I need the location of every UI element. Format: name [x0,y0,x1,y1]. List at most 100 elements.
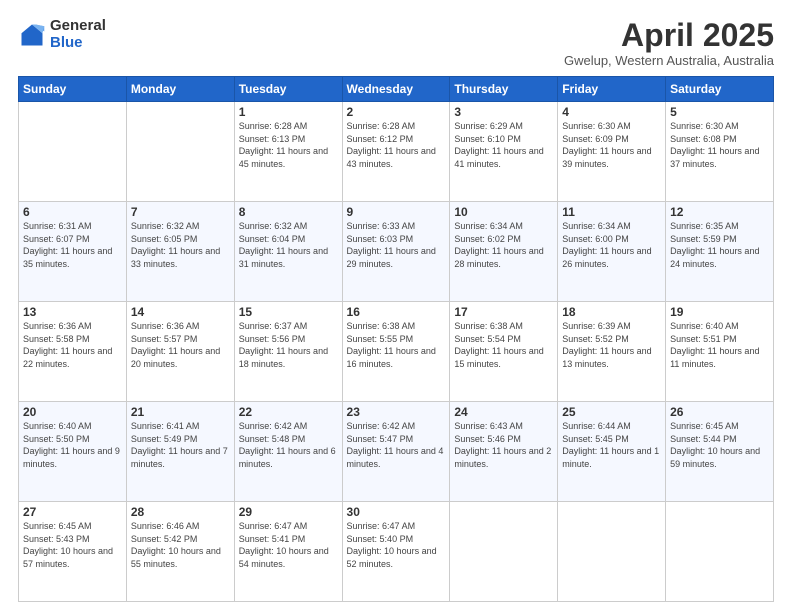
day-number: 6 [23,205,122,219]
calendar-cell [126,102,234,202]
day-info: Sunrise: 6:33 AMSunset: 6:03 PMDaylight:… [347,220,446,270]
day-info: Sunrise: 6:42 AMSunset: 5:47 PMDaylight:… [347,420,446,470]
calendar-cell: 11Sunrise: 6:34 AMSunset: 6:00 PMDayligh… [558,202,666,302]
day-number: 17 [454,305,553,319]
calendar-cell: 2Sunrise: 6:28 AMSunset: 6:12 PMDaylight… [342,102,450,202]
day-info: Sunrise: 6:34 AMSunset: 6:02 PMDaylight:… [454,220,553,270]
calendar-cell [19,102,127,202]
calendar-cell: 17Sunrise: 6:38 AMSunset: 5:54 PMDayligh… [450,302,558,402]
calendar-table: Sunday Monday Tuesday Wednesday Thursday… [18,76,774,602]
day-info: Sunrise: 6:30 AMSunset: 6:08 PMDaylight:… [670,120,769,170]
calendar-cell: 10Sunrise: 6:34 AMSunset: 6:02 PMDayligh… [450,202,558,302]
location-subtitle: Gwelup, Western Australia, Australia [564,53,774,68]
calendar-cell: 13Sunrise: 6:36 AMSunset: 5:58 PMDayligh… [19,302,127,402]
calendar-cell: 19Sunrise: 6:40 AMSunset: 5:51 PMDayligh… [666,302,774,402]
day-number: 11 [562,205,661,219]
calendar-cell: 30Sunrise: 6:47 AMSunset: 5:40 PMDayligh… [342,502,450,602]
calendar-cell: 15Sunrise: 6:37 AMSunset: 5:56 PMDayligh… [234,302,342,402]
day-info: Sunrise: 6:31 AMSunset: 6:07 PMDaylight:… [23,220,122,270]
logo-blue-label: Blue [50,35,106,52]
day-info: Sunrise: 6:30 AMSunset: 6:09 PMDaylight:… [562,120,661,170]
col-tuesday: Tuesday [234,77,342,102]
calendar-cell: 18Sunrise: 6:39 AMSunset: 5:52 PMDayligh… [558,302,666,402]
day-number: 29 [239,505,338,519]
day-number: 20 [23,405,122,419]
day-number: 18 [562,305,661,319]
day-info: Sunrise: 6:36 AMSunset: 5:57 PMDaylight:… [131,320,230,370]
calendar-cell: 22Sunrise: 6:42 AMSunset: 5:48 PMDayligh… [234,402,342,502]
calendar-header-row: Sunday Monday Tuesday Wednesday Thursday… [19,77,774,102]
day-number: 19 [670,305,769,319]
col-thursday: Thursday [450,77,558,102]
col-monday: Monday [126,77,234,102]
day-number: 27 [23,505,122,519]
day-number: 13 [23,305,122,319]
calendar-cell: 4Sunrise: 6:30 AMSunset: 6:09 PMDaylight… [558,102,666,202]
logo-general-label: General [50,18,106,35]
day-number: 23 [347,405,446,419]
title-block: April 2025 Gwelup, Western Australia, Au… [564,18,774,68]
day-number: 8 [239,205,338,219]
day-info: Sunrise: 6:44 AMSunset: 5:45 PMDaylight:… [562,420,661,470]
calendar-cell: 5Sunrise: 6:30 AMSunset: 6:08 PMDaylight… [666,102,774,202]
day-number: 10 [454,205,553,219]
week-row-4: 20Sunrise: 6:40 AMSunset: 5:50 PMDayligh… [19,402,774,502]
calendar-cell: 9Sunrise: 6:33 AMSunset: 6:03 PMDaylight… [342,202,450,302]
day-info: Sunrise: 6:43 AMSunset: 5:46 PMDaylight:… [454,420,553,470]
day-info: Sunrise: 6:40 AMSunset: 5:50 PMDaylight:… [23,420,122,470]
calendar-cell: 7Sunrise: 6:32 AMSunset: 6:05 PMDaylight… [126,202,234,302]
day-number: 2 [347,105,446,119]
col-sunday: Sunday [19,77,127,102]
logo: General Blue [18,18,106,51]
day-number: 15 [239,305,338,319]
day-number: 28 [131,505,230,519]
day-number: 7 [131,205,230,219]
calendar-cell: 28Sunrise: 6:46 AMSunset: 5:42 PMDayligh… [126,502,234,602]
day-number: 14 [131,305,230,319]
day-number: 5 [670,105,769,119]
page: General Blue April 2025 Gwelup, Western … [0,0,792,612]
calendar-cell: 26Sunrise: 6:45 AMSunset: 5:44 PMDayligh… [666,402,774,502]
day-info: Sunrise: 6:36 AMSunset: 5:58 PMDaylight:… [23,320,122,370]
col-saturday: Saturday [666,77,774,102]
calendar-cell: 24Sunrise: 6:43 AMSunset: 5:46 PMDayligh… [450,402,558,502]
logo-text: General Blue [50,18,106,51]
day-info: Sunrise: 6:38 AMSunset: 5:55 PMDaylight:… [347,320,446,370]
day-number: 3 [454,105,553,119]
day-number: 26 [670,405,769,419]
calendar-cell: 8Sunrise: 6:32 AMSunset: 6:04 PMDaylight… [234,202,342,302]
day-info: Sunrise: 6:47 AMSunset: 5:41 PMDaylight:… [239,520,338,570]
col-wednesday: Wednesday [342,77,450,102]
calendar-cell: 23Sunrise: 6:42 AMSunset: 5:47 PMDayligh… [342,402,450,502]
col-friday: Friday [558,77,666,102]
calendar-cell: 14Sunrise: 6:36 AMSunset: 5:57 PMDayligh… [126,302,234,402]
month-title: April 2025 [564,18,774,53]
calendar-cell [450,502,558,602]
day-info: Sunrise: 6:35 AMSunset: 5:59 PMDaylight:… [670,220,769,270]
day-info: Sunrise: 6:28 AMSunset: 6:13 PMDaylight:… [239,120,338,170]
day-number: 12 [670,205,769,219]
day-info: Sunrise: 6:40 AMSunset: 5:51 PMDaylight:… [670,320,769,370]
day-number: 25 [562,405,661,419]
day-number: 30 [347,505,446,519]
calendar-cell: 27Sunrise: 6:45 AMSunset: 5:43 PMDayligh… [19,502,127,602]
calendar-cell: 20Sunrise: 6:40 AMSunset: 5:50 PMDayligh… [19,402,127,502]
day-number: 1 [239,105,338,119]
day-info: Sunrise: 6:46 AMSunset: 5:42 PMDaylight:… [131,520,230,570]
calendar-cell: 21Sunrise: 6:41 AMSunset: 5:49 PMDayligh… [126,402,234,502]
day-number: 9 [347,205,446,219]
calendar-cell: 6Sunrise: 6:31 AMSunset: 6:07 PMDaylight… [19,202,127,302]
week-row-2: 6Sunrise: 6:31 AMSunset: 6:07 PMDaylight… [19,202,774,302]
day-info: Sunrise: 6:47 AMSunset: 5:40 PMDaylight:… [347,520,446,570]
calendar-cell: 12Sunrise: 6:35 AMSunset: 5:59 PMDayligh… [666,202,774,302]
day-info: Sunrise: 6:42 AMSunset: 5:48 PMDaylight:… [239,420,338,470]
day-info: Sunrise: 6:45 AMSunset: 5:43 PMDaylight:… [23,520,122,570]
calendar-cell: 3Sunrise: 6:29 AMSunset: 6:10 PMDaylight… [450,102,558,202]
day-info: Sunrise: 6:39 AMSunset: 5:52 PMDaylight:… [562,320,661,370]
calendar-cell: 1Sunrise: 6:28 AMSunset: 6:13 PMDaylight… [234,102,342,202]
week-row-1: 1Sunrise: 6:28 AMSunset: 6:13 PMDaylight… [19,102,774,202]
header: General Blue April 2025 Gwelup, Western … [18,18,774,68]
day-info: Sunrise: 6:34 AMSunset: 6:00 PMDaylight:… [562,220,661,270]
day-number: 22 [239,405,338,419]
calendar-cell: 29Sunrise: 6:47 AMSunset: 5:41 PMDayligh… [234,502,342,602]
